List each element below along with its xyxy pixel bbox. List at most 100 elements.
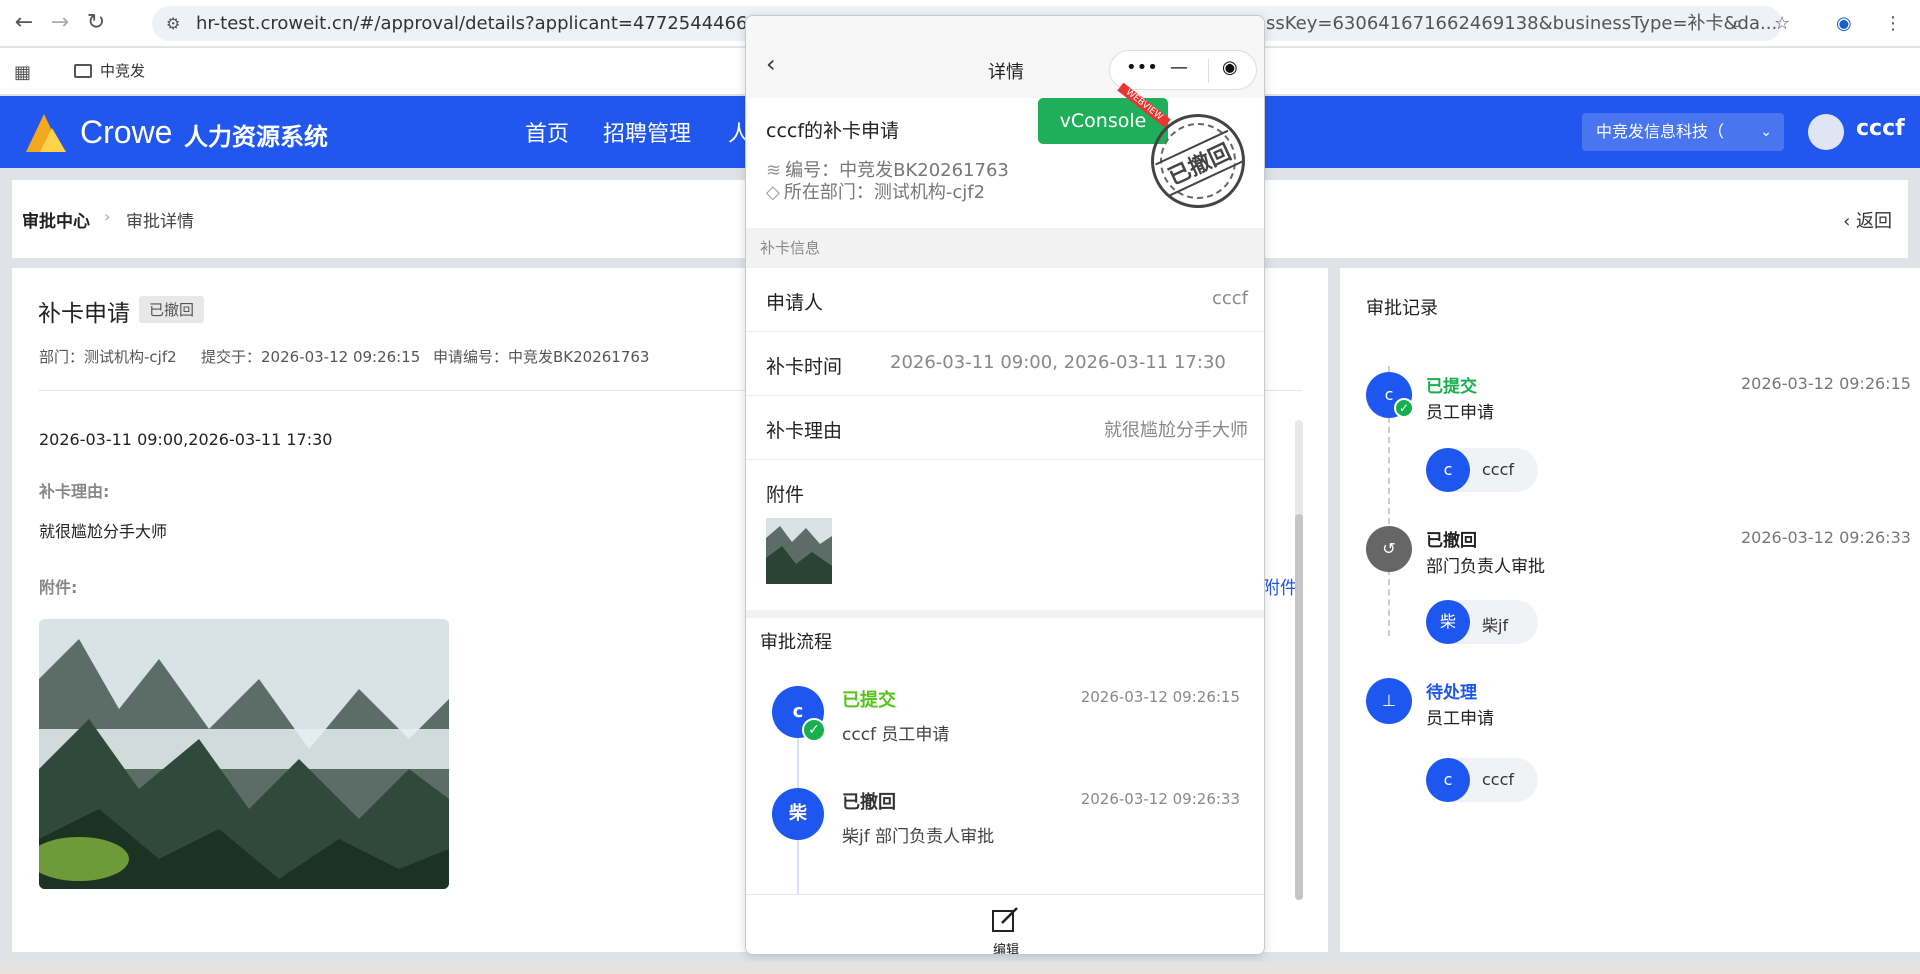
menu-kebab-icon[interactable]: ⋮ — [1884, 6, 1902, 41]
record-status: 待处理 — [1426, 683, 1477, 703]
profile-icon[interactable]: ◉ — [1836, 6, 1852, 41]
field-label: 附件 — [766, 484, 805, 506]
record-time: 2026-03-12 09:26:33 — [1741, 528, 1911, 547]
submitted-meta: 提交于：2026-03-12 09:26:15 — [201, 348, 421, 366]
status-badge: 已撤回 — [139, 296, 205, 323]
zoom-icon[interactable]: ⌕ — [1732, 6, 1742, 41]
mobile-preview: ‹ 详情 ••• — ◉ cccf的补卡申请 ≋ 编号：中竞发BK20261763… — [745, 15, 1265, 955]
capsule-divider — [1208, 59, 1209, 83]
reload-icon[interactable]: ↻ — [82, 12, 110, 36]
approval-record-card: 审批记录 c ✓ 已提交 员工申请 2026-03-12 09:26:15 c … — [1340, 268, 1920, 952]
approver-name: 柴jf — [1482, 616, 1509, 635]
user-name[interactable]: cccf — [1856, 116, 1905, 141]
chevron-right-icon: › — [104, 207, 111, 226]
flow-title: 审批流程 — [760, 632, 832, 653]
stamp-icon: ⊥ — [1366, 678, 1412, 724]
field-label: 补卡时间 — [766, 356, 843, 378]
field-value: cccf — [1211, 288, 1248, 309]
flow-sub: 柴jf 部门负责人审批 — [842, 827, 995, 847]
page-title: 补卡申请 — [38, 301, 130, 327]
org-select[interactable]: 中竞发信息科技（ ⌄ — [1582, 113, 1784, 151]
nav-recruitment[interactable]: 招聘管理 — [603, 116, 691, 148]
org-select-value: 中竞发信息科技（ — [1596, 122, 1725, 141]
flow-time: 2026-03-12 09:26:33 — [1080, 790, 1240, 808]
record-time: 2026-03-12 09:26:15 — [1741, 374, 1911, 393]
site-info-icon[interactable]: ⚙ — [166, 6, 180, 41]
attach-label: 附件: — [39, 578, 78, 597]
bookmark-label: 中竞发 — [100, 62, 146, 80]
time-value: 2026-03-11 09:00,2026-03-11 17:30 — [39, 430, 333, 449]
field-value: 2026-03-11 09:00, 2026-03-11 17:30 — [890, 352, 1226, 373]
attachment-link[interactable]: 附件 — [1262, 574, 1298, 600]
dept-meta: 部门：测试机构-cjf2 — [39, 348, 177, 366]
breadcrumb-approval-center[interactable]: 审批中心 — [22, 207, 90, 232]
flow-node: 柴 — [772, 788, 824, 840]
scrollbar-thumb[interactable] — [1295, 514, 1303, 900]
avatar: c — [1426, 758, 1470, 802]
folder-icon — [74, 64, 92, 78]
attachment-image[interactable] — [39, 619, 449, 889]
check-icon: ✓ — [1394, 398, 1414, 418]
undo-icon: ↺ — [1366, 526, 1412, 572]
approver-chip: c cccf — [1426, 758, 1538, 802]
field-label: 补卡理由 — [766, 420, 843, 442]
nav-home[interactable]: 首页 — [525, 116, 569, 148]
bookmark-folder[interactable]: 中竞发 — [74, 60, 145, 81]
check-icon: ✓ — [802, 718, 826, 742]
chevron-down-icon: ⌄ — [1760, 124, 1772, 140]
user-avatar[interactable] — [1808, 114, 1844, 150]
field-row: 补卡理由 就很尴尬分手大师 — [746, 396, 1264, 460]
mini-program-capsule: ••• — ◉ — [1109, 50, 1257, 90]
avatar: 柴 — [1426, 600, 1470, 644]
mobile-nav-bar: ‹ 详情 ••• — ◉ — [746, 16, 1264, 98]
taskbar-strip — [0, 962, 1920, 974]
record-desc: 员工申请 — [1426, 403, 1494, 423]
more-dots-icon[interactable]: ••• — [1126, 57, 1158, 78]
crowe-logo-icon — [26, 114, 66, 152]
flow-status: 已提交 — [842, 690, 896, 711]
section-header: 补卡信息 — [746, 228, 1264, 268]
field-value: 就很尴尬分手大师 — [1104, 420, 1248, 441]
url-text: hr-test.croweit.cn/#/approval/details?ap… — [196, 13, 794, 34]
star-icon[interactable]: ☆ — [1774, 6, 1790, 41]
brand-name: Crowe — [80, 114, 173, 150]
back-arrow-icon[interactable]: ← — [10, 12, 38, 36]
record-status: 已撤回 — [1426, 531, 1477, 551]
record-status: 已提交 — [1426, 377, 1477, 397]
record-title: 审批记录 — [1366, 298, 1438, 319]
url-tail: ssKey=630641671662469138&businessType=补卡… — [1266, 13, 1778, 34]
mobile-apply-title: cccf的补卡申请 — [766, 120, 900, 142]
mobile-bottom-bar: 编辑 — [746, 894, 1264, 954]
forward-arrow-icon[interactable]: → — [46, 12, 74, 36]
mobile-dept-line: ◇ 所在部门：测试机构-cjf2 — [766, 178, 985, 204]
avatar: c — [1426, 448, 1470, 492]
reason-value: 就很尴尬分手大师 — [39, 522, 168, 541]
tag-icon: ◇ — [766, 182, 780, 203]
edit-icon[interactable] — [990, 905, 1020, 935]
record-desc: 员工申请 — [1426, 709, 1494, 729]
back-label: 返回 — [1856, 211, 1892, 232]
approver-name: cccf — [1482, 460, 1515, 479]
chevron-left-icon: ‹ — [1843, 211, 1856, 232]
edit-label[interactable]: 编辑 — [746, 939, 1264, 954]
system-name: 人力资源系统 — [184, 123, 328, 151]
approver-chip: 柴 柴jf — [1426, 600, 1538, 644]
reason-label: 补卡理由: — [39, 482, 110, 501]
apply-no-meta: 申请编号：中竞发BK20261763 — [433, 348, 650, 366]
section-gap — [746, 610, 1264, 618]
apps-grid-icon[interactable]: ▦ — [14, 62, 31, 83]
field-row: 申请人 cccf — [746, 268, 1264, 332]
close-target-icon[interactable]: ◉ — [1222, 57, 1238, 78]
revoked-stamp: 已撤回 — [1151, 114, 1245, 208]
flow-time: 2026-03-12 09:26:15 — [1080, 688, 1240, 706]
flow-status: 已撤回 — [842, 792, 896, 813]
approver-chip: c cccf — [1426, 448, 1538, 492]
mobile-dept-text: 所在部门：测试机构-cjf2 — [783, 182, 986, 203]
flow-sub: cccf 员工申请 — [842, 725, 950, 745]
minimize-icon[interactable]: — — [1170, 57, 1188, 78]
field-row: 补卡时间 2026-03-11 09:00, 2026-03-11 17:30 — [746, 332, 1264, 396]
attachment-thumbnail[interactable] — [766, 518, 832, 584]
breadcrumb-current: 审批详情 — [126, 212, 194, 232]
back-button[interactable]: ‹ 返回 — [1843, 207, 1892, 233]
record-desc: 部门负责人审批 — [1426, 557, 1545, 577]
